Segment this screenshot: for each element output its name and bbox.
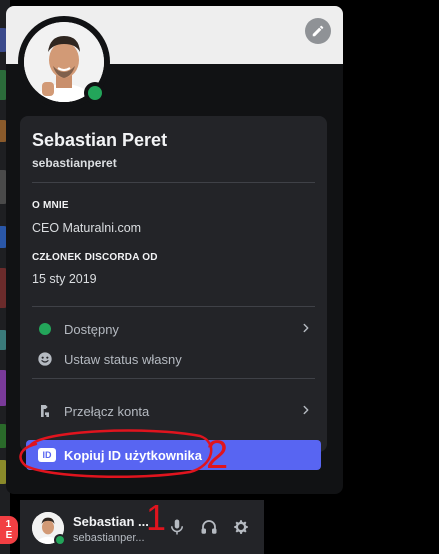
- online-status-icon: [34, 318, 56, 340]
- headphones-icon: [201, 520, 217, 534]
- about-me-heading: O MNIE: [32, 200, 69, 211]
- edit-profile-button[interactable]: [305, 18, 331, 44]
- id-badge-icon: ID: [38, 448, 56, 462]
- user-panel: Sebastian ... sebastianper...: [20, 500, 264, 554]
- online-status-indicator: [54, 534, 66, 546]
- settings-button[interactable]: [230, 516, 252, 538]
- panel-display-name[interactable]: Sebastian ...: [73, 514, 149, 529]
- switch-accounts-menu-item[interactable]: Przełącz konta: [28, 396, 319, 426]
- profile-avatar-frame: [18, 16, 110, 108]
- headphones-button[interactable]: [198, 516, 220, 538]
- profile-card: Sebastian Peret sebastianperet O MNIE CE…: [20, 116, 327, 470]
- switch-accounts-icon: [34, 400, 56, 422]
- copy-user-id-button[interactable]: ID Kopiuj ID użytkownika: [26, 440, 321, 470]
- about-me-text: CEO Maturalni.com: [32, 221, 142, 235]
- chevron-right-icon: [303, 323, 309, 333]
- divider: [32, 378, 315, 379]
- status-label: Dostępny: [64, 321, 119, 337]
- divider: [32, 306, 315, 307]
- custom-status-menu-item[interactable]: Ustaw status własny: [28, 344, 319, 374]
- divider: [32, 182, 315, 183]
- panel-username[interactable]: sebastianper...: [73, 532, 145, 544]
- chevron-right-icon: [303, 405, 309, 415]
- gear-icon: [234, 520, 248, 534]
- copy-user-id-label: Kopiuj ID użytkownika: [64, 447, 202, 463]
- member-since-heading: CZŁONEK DISCORDA OD: [32, 252, 158, 263]
- display-name: Sebastian Peret: [32, 130, 168, 150]
- switch-accounts-label: Przełącz konta: [64, 403, 150, 419]
- profile-popout: Sebastian Peret sebastianperet O MNIE CE…: [6, 6, 343, 494]
- custom-status-label: Ustaw status własny: [64, 351, 182, 367]
- smiley-icon: [34, 348, 56, 370]
- username: sebastianperet: [32, 156, 117, 170]
- microphone-icon: [171, 519, 183, 535]
- member-since-date: 15 sty 2019: [32, 272, 97, 286]
- online-status-indicator: [84, 82, 106, 104]
- pencil-icon: [312, 25, 324, 37]
- status-menu-item[interactable]: Dostępny: [28, 314, 319, 344]
- microphone-button[interactable]: [166, 516, 188, 538]
- mention-badge[interactable]: 1 E: [0, 516, 18, 544]
